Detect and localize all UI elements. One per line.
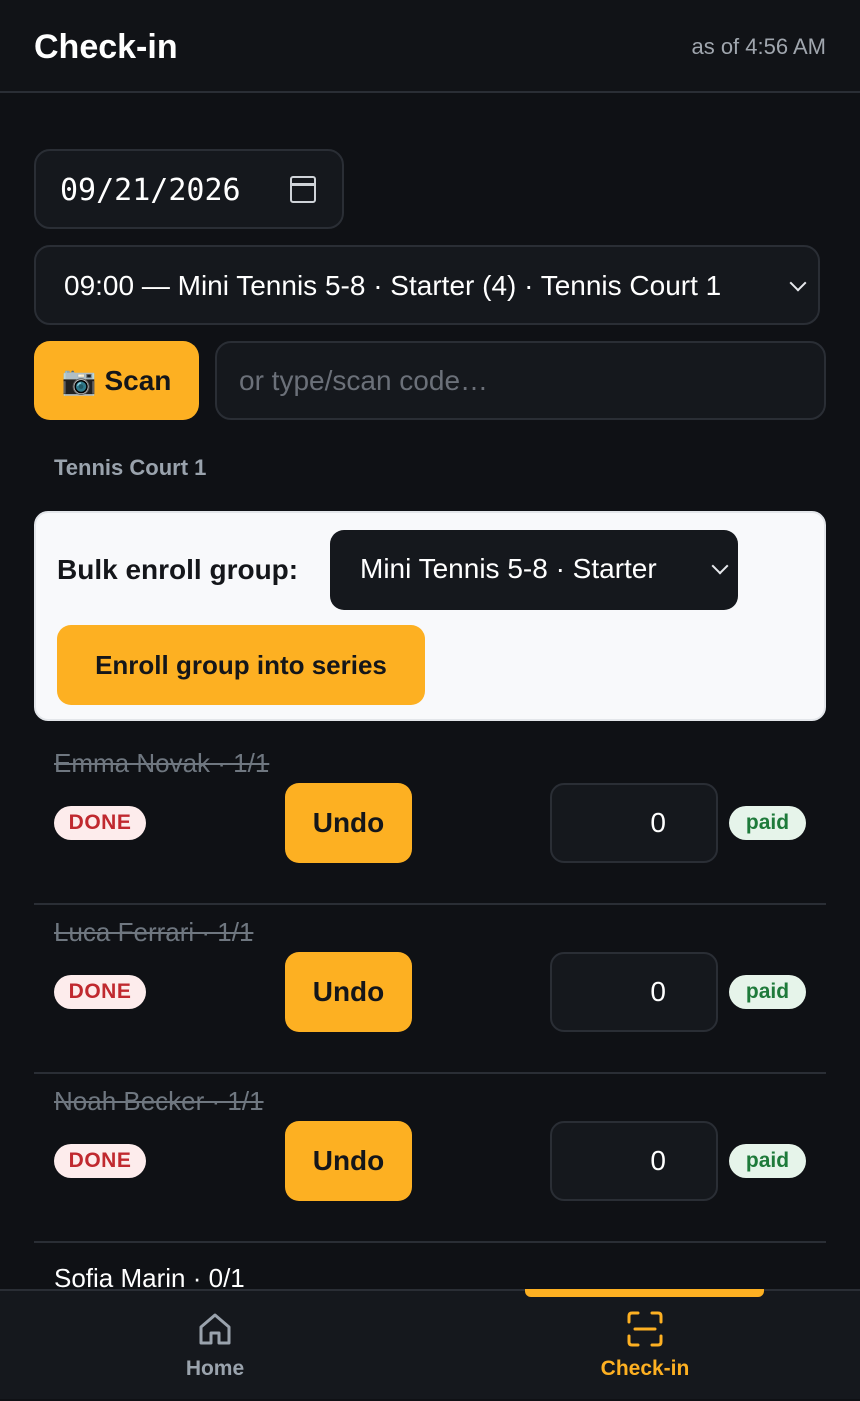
enroll-group-button[interactable]: Enroll group into series xyxy=(57,625,425,705)
amount-value: 0 xyxy=(650,1145,666,1176)
attendee-row: Luca Ferrari · 1/1 DONE Undo 0 paid xyxy=(34,905,826,1074)
amount-value: 0 xyxy=(650,807,666,838)
payment-badge: paid xyxy=(729,806,806,840)
camera-icon: 📷 xyxy=(61,365,97,396)
scan-button-label: Scan xyxy=(104,364,172,396)
scan-icon xyxy=(627,1311,663,1347)
last-updated-text: as of 4:56 AM xyxy=(691,34,826,59)
attendee-name: Luca Ferrari · 1/1 xyxy=(54,917,254,947)
undo-button[interactable]: Undo xyxy=(285,783,412,863)
court-label: Tennis Court 1 xyxy=(54,455,207,480)
chevron-down-icon xyxy=(789,274,807,292)
nav-item-label: Home xyxy=(185,1357,245,1380)
calendar-icon[interactable] xyxy=(290,176,316,203)
home-icon xyxy=(199,1313,231,1345)
group-select[interactable]: Mini Tennis 5-8 · Starter xyxy=(330,530,738,610)
undo-button[interactable]: Undo xyxy=(285,952,412,1032)
amount-value: 0 xyxy=(650,976,666,1007)
payment-badge: paid xyxy=(729,1144,806,1178)
session-select[interactable]: 09:00 — Mini Tennis 5-8 · Starter (4) · … xyxy=(34,245,820,325)
status-badge: DONE xyxy=(54,1144,146,1178)
bottom-nav: Home Check-in xyxy=(0,1289,860,1399)
amount-input[interactable]: 0 xyxy=(550,783,718,863)
page-title: Check-in xyxy=(34,28,178,66)
nav-item-label: Check-in xyxy=(600,1357,690,1380)
date-picker[interactable]: 09/21/2026 xyxy=(34,149,344,229)
amount-input[interactable]: 0 xyxy=(550,1121,718,1201)
session-value: 09:00 — Mini Tennis 5-8 · Starter (4) · … xyxy=(64,270,722,301)
app-header: Check-in as of 4:56 AM xyxy=(0,0,860,93)
amount-input[interactable]: 0 xyxy=(550,952,718,1032)
scan-button[interactable]: 📷 Scan xyxy=(34,341,199,420)
group-select-value: Mini Tennis 5-8 · Starter xyxy=(360,553,657,584)
attendee-row: Noah Becker · 1/1 DONE Undo 0 paid xyxy=(34,1074,826,1243)
payment-badge: paid xyxy=(729,975,806,1009)
attendee-row: Emma Novak · 1/1 DONE Undo 0 paid xyxy=(34,736,826,905)
bulk-enroll-card: Bulk enroll group: Mini Tennis 5-8 · Sta… xyxy=(34,511,826,721)
attendee-name: Emma Novak · 1/1 xyxy=(54,748,270,778)
chevron-down-icon xyxy=(711,557,729,575)
bulk-enroll-label: Bulk enroll group: xyxy=(57,554,299,585)
date-value: 09/21/2026 xyxy=(60,173,241,208)
active-tab-indicator xyxy=(525,1289,764,1297)
status-badge: DONE xyxy=(54,806,146,840)
status-badge: DONE xyxy=(54,975,146,1009)
code-input[interactable]: or type/scan code… xyxy=(215,341,826,420)
code-input-placeholder: or type/scan code… xyxy=(239,365,489,396)
nav-item-checkin[interactable]: Check-in xyxy=(430,1289,860,1401)
attendee-name: Noah Becker · 1/1 xyxy=(54,1086,264,1116)
nav-item-home[interactable]: Home xyxy=(0,1291,430,1401)
undo-button[interactable]: Undo xyxy=(285,1121,412,1201)
